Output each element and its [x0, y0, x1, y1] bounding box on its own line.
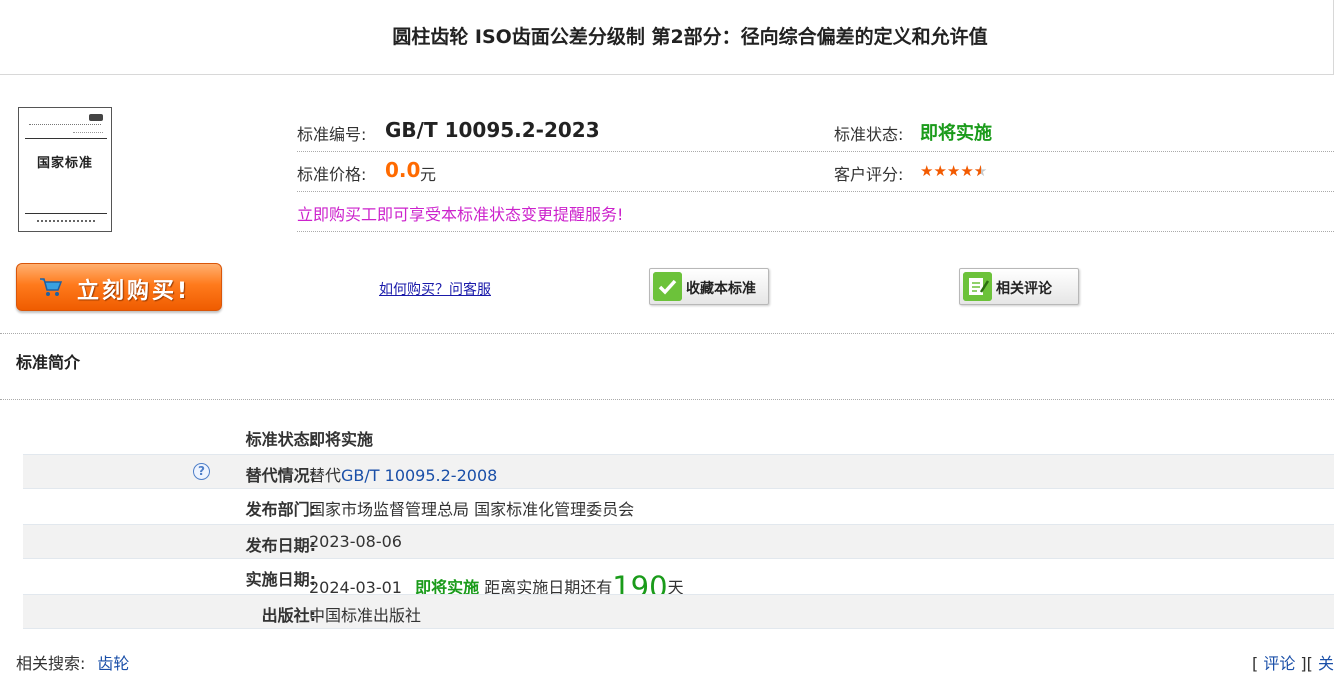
detail-row-status: 标准状态: 即将实施: [23, 419, 1334, 454]
detail-dept-value: 国家市场监督管理总局 国家标准化管理委员会: [309, 500, 635, 519]
buy-now-button[interactable]: 立刻购买!: [16, 263, 222, 311]
divider: [0, 399, 1334, 400]
replace-prefix: 替代: [309, 466, 342, 485]
how-to-buy-link[interactable]: 如何购买？问客服: [379, 279, 491, 299]
reviews-button[interactable]: 相关评论: [959, 268, 1079, 305]
related-keyword-link[interactable]: 齿轮: [97, 654, 129, 673]
info-row-price: 标准价格: 0.0 元 客户评分: ★ ★ ★ ★ ★: [297, 152, 1334, 192]
half-star-icon: ★: [974, 163, 987, 179]
detail-label: 替代情况:: [245, 466, 316, 485]
replaced-standard-link[interactable]: GB/T 10095.2-2008: [341, 466, 497, 485]
std-no-value: GB/T 10095.2-2023: [385, 118, 600, 142]
detail-pub-date-value: 2023-08-06: [309, 532, 402, 551]
std-no-label: 标准编号:: [297, 125, 367, 144]
standard-cover-image: 国家标准: [18, 107, 112, 232]
detail-label: 发布部门:: [245, 500, 316, 519]
star-icon: ★: [960, 162, 974, 180]
help-icon[interactable]: ?: [193, 463, 210, 480]
favorite-button[interactable]: 收藏本标准: [649, 268, 769, 305]
detail-label: 发布日期:: [245, 536, 316, 555]
cart-icon: [40, 278, 63, 296]
detail-row-replace: ? 替代情况: 替代GB/T 10095.2-2008: [23, 454, 1334, 489]
detail-status-value: 即将实施: [309, 430, 374, 449]
status-value: 即将实施: [920, 123, 992, 144]
buy-now-label: 立刻购买!: [77, 279, 191, 304]
price-value: 0.0: [385, 158, 421, 182]
detail-label: 实施日期:: [245, 570, 316, 589]
detail-replace-value: 替代GB/T 10095.2-2008: [309, 462, 497, 486]
favorite-label: 收藏本标准: [686, 281, 756, 297]
cover-title: 国家标准: [36, 156, 93, 171]
star-icon: ★: [920, 162, 934, 180]
info-row-std-no: 标准编号: GB/T 10095.2-2023 标准状态: 即将实施: [297, 112, 1334, 152]
detail-row-impl-date: 实施日期: 2024-03-01 即将实施 距离实施日期还有190天: [23, 559, 1334, 604]
info-row-promo: 立即购买工即可享受本标准状态变更提醒服务!: [297, 192, 1334, 232]
section-title: 标准简介: [16, 353, 81, 372]
detail-label: 标准状态:: [245, 430, 316, 449]
rating-label: 客户评分:: [834, 165, 904, 184]
price-label: 标准价格:: [297, 165, 367, 184]
related-search: 相关搜索: 齿轮: [16, 650, 129, 674]
detail-row-dept: 发布部门: 国家市场监督管理总局 国家标准化管理委员会: [23, 489, 1334, 524]
detail-row-publisher: 出版社: 中国标准出版社: [23, 594, 1334, 629]
detail-label: 出版社:: [261, 606, 316, 625]
page-title: 圆柱齿轮 ISO齿面公差分级制 第2部分：径向综合偏差的定义和允许值: [392, 26, 988, 48]
promo-text: 立即购买工即可享受本标准状态变更提醒服务!: [297, 205, 624, 224]
detail-publisher-value: 中国标准出版社: [309, 606, 422, 625]
detail-row-pub-date: 发布日期: 2023-08-06: [23, 524, 1334, 559]
tools-links: [ 评论 ][ 关: [1251, 654, 1334, 673]
close-link[interactable]: 关: [1318, 654, 1334, 673]
title-bar: 圆柱齿轮 ISO齿面公差分级制 第2部分：径向综合偏差的定义和允许值: [0, 0, 1334, 75]
star-icon: ★: [946, 162, 961, 180]
star-icon: ★: [933, 162, 947, 180]
review-link[interactable]: 评论: [1263, 654, 1295, 673]
gb-logo-icon: [89, 114, 103, 121]
status-label: 标准状态:: [834, 125, 904, 144]
related-label: 相关搜索:: [16, 654, 86, 673]
rating-stars: ★ ★ ★ ★ ★: [920, 163, 987, 179]
check-icon: [653, 272, 682, 301]
divider: [0, 333, 1334, 334]
reviews-label: 相关评论: [996, 281, 1052, 297]
edit-note-icon: [963, 272, 992, 301]
price-unit: 元: [420, 165, 437, 184]
